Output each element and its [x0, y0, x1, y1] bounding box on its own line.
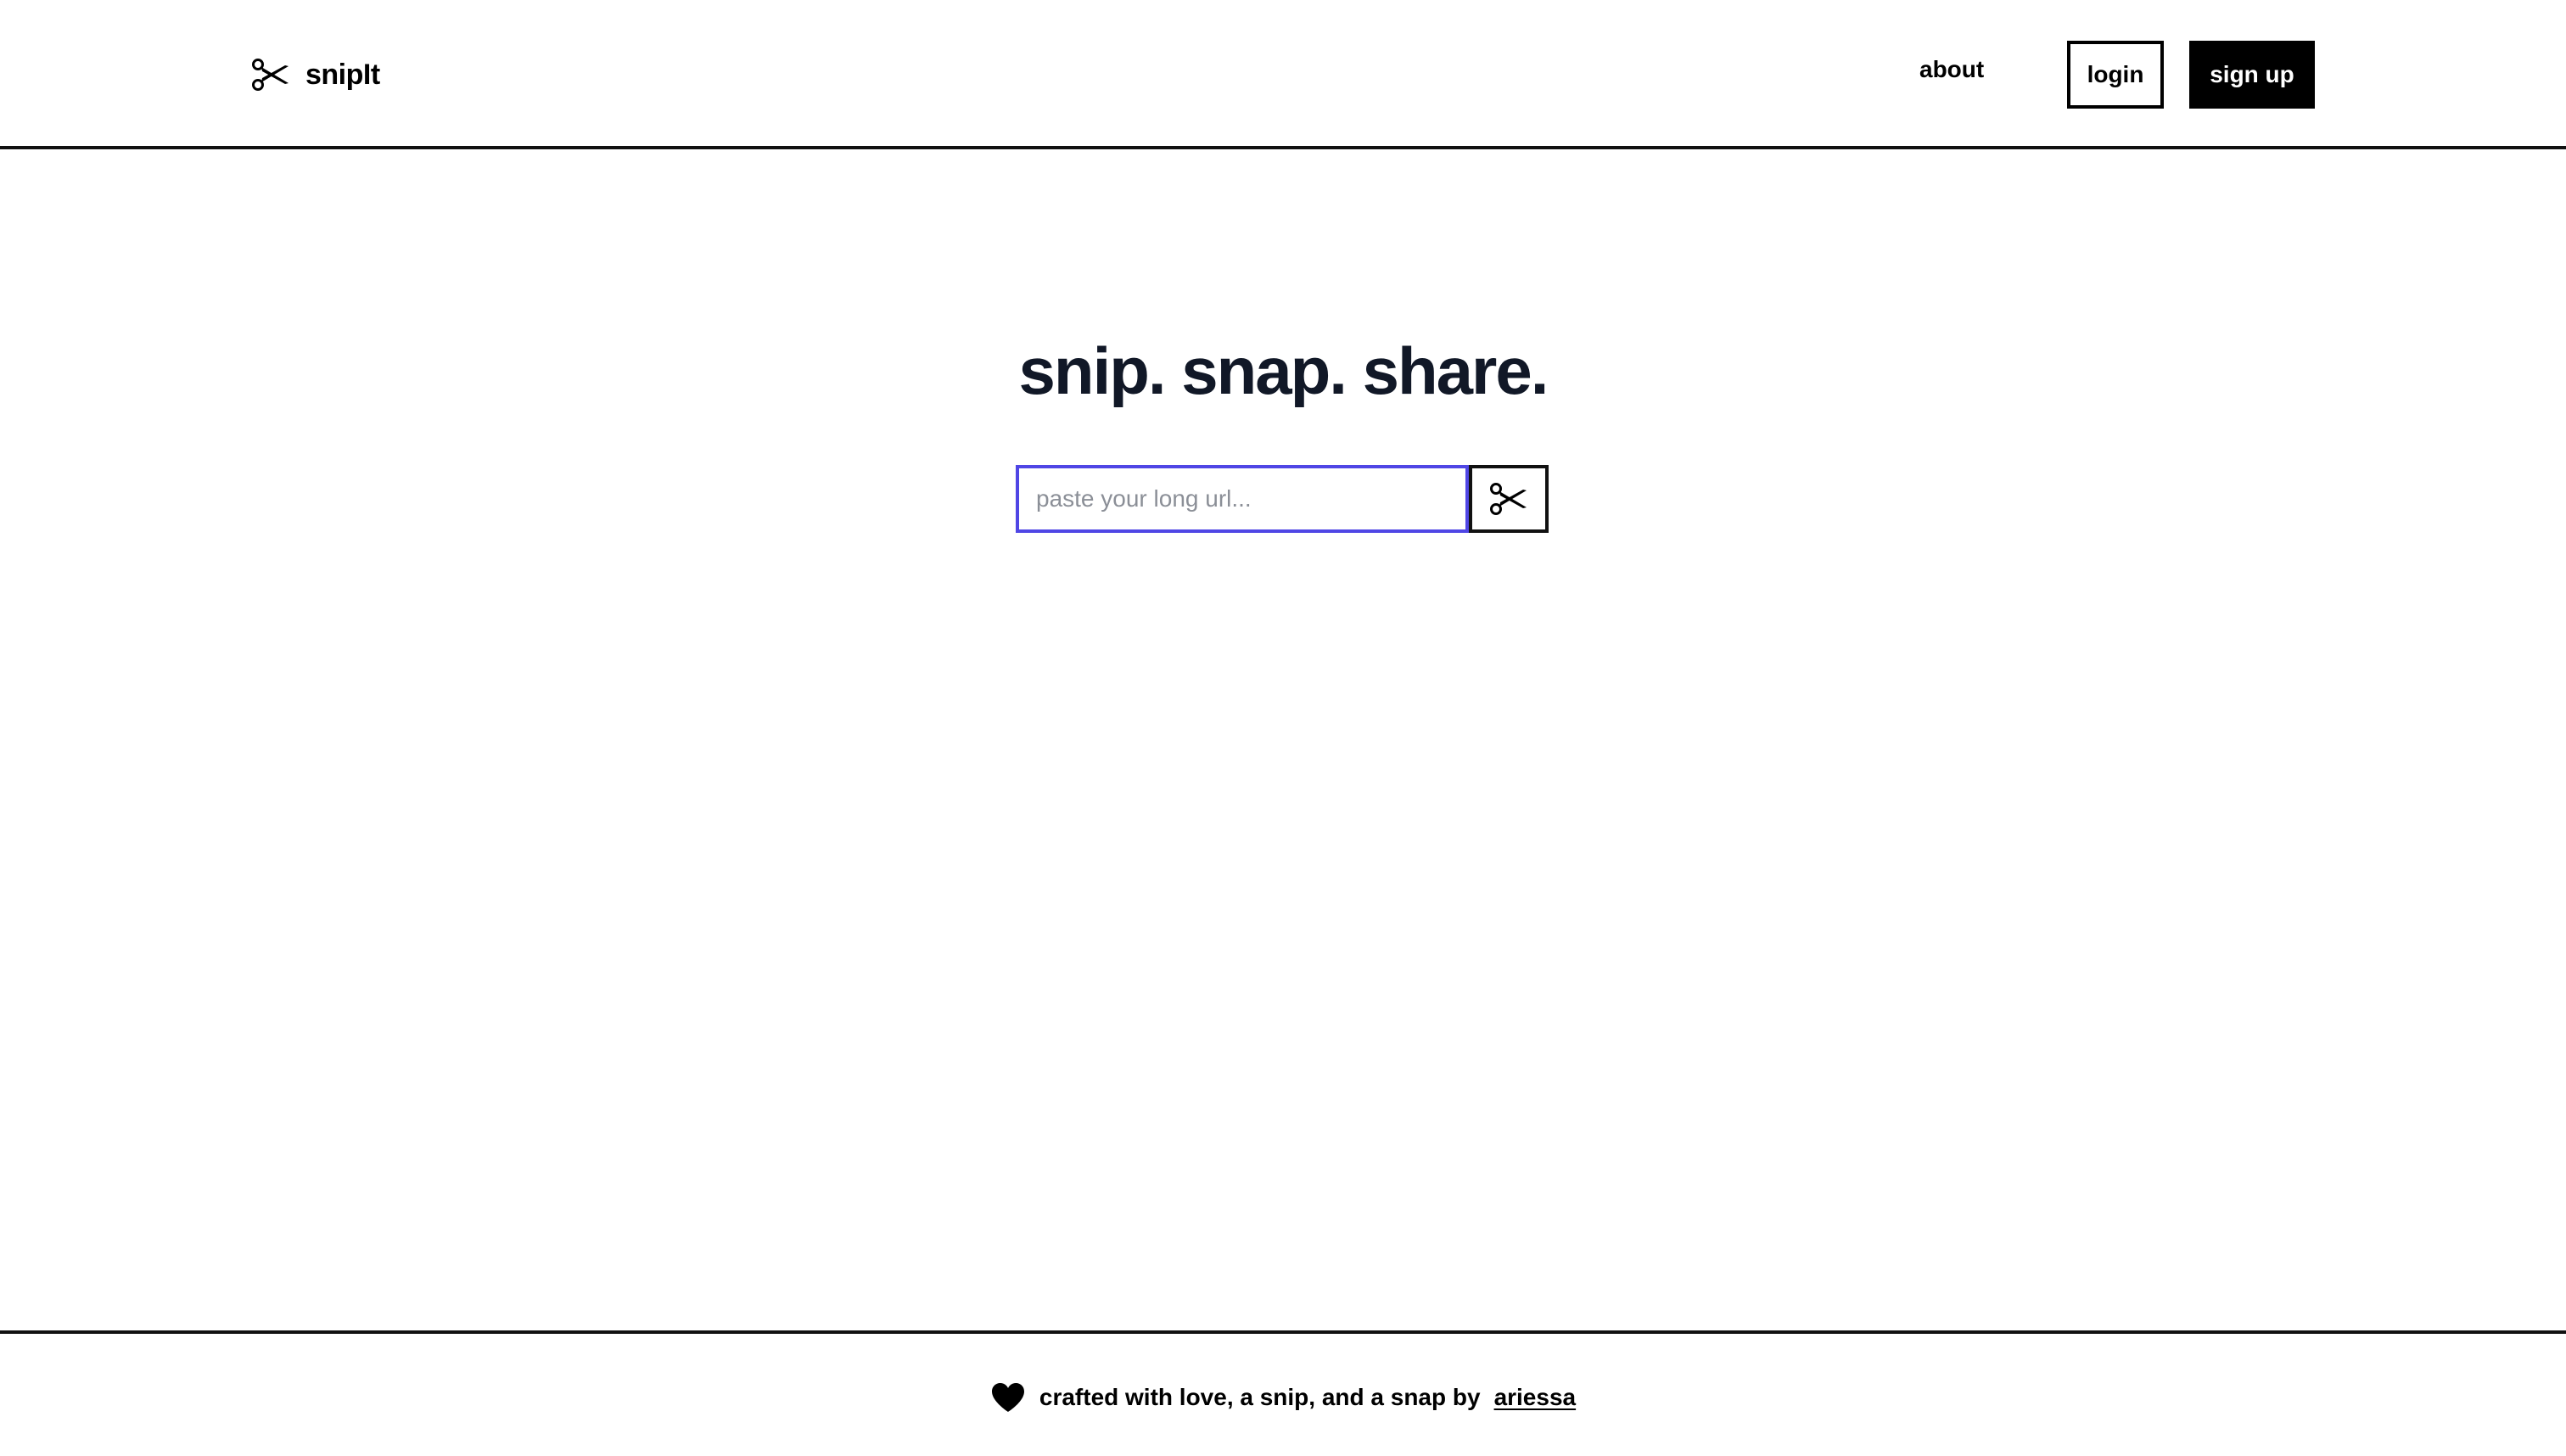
url-input[interactable]: [1016, 465, 1469, 533]
page: snipIt about login sign up snip. snap. s…: [0, 0, 2566, 1456]
snip-button[interactable]: [1469, 465, 1549, 533]
footer-text: crafted with love, a snip, and a snap by: [1039, 1384, 1481, 1410]
footer-credit: crafted with love, a snip, and a snap by…: [0, 1381, 2566, 1414]
scissors-icon: [1489, 482, 1528, 516]
brand-logo-link[interactable]: snipIt: [251, 54, 380, 95]
nav-about-link[interactable]: about: [1919, 56, 1984, 83]
brand-name: snipIt: [305, 58, 380, 91]
scissors-icon: [251, 58, 290, 92]
shorten-url-form: [1016, 465, 1549, 533]
heart-icon: [990, 1381, 1026, 1414]
site-header: snipIt about login sign up: [0, 0, 2566, 149]
login-button[interactable]: login: [2067, 41, 2164, 109]
signup-button[interactable]: sign up: [2189, 41, 2315, 109]
page-headline: snip. snap. share.: [1018, 333, 1549, 408]
author-link[interactable]: ariessa: [1494, 1384, 1577, 1411]
site-footer: crafted with love, a snip, and a snap by…: [0, 1330, 2566, 1456]
